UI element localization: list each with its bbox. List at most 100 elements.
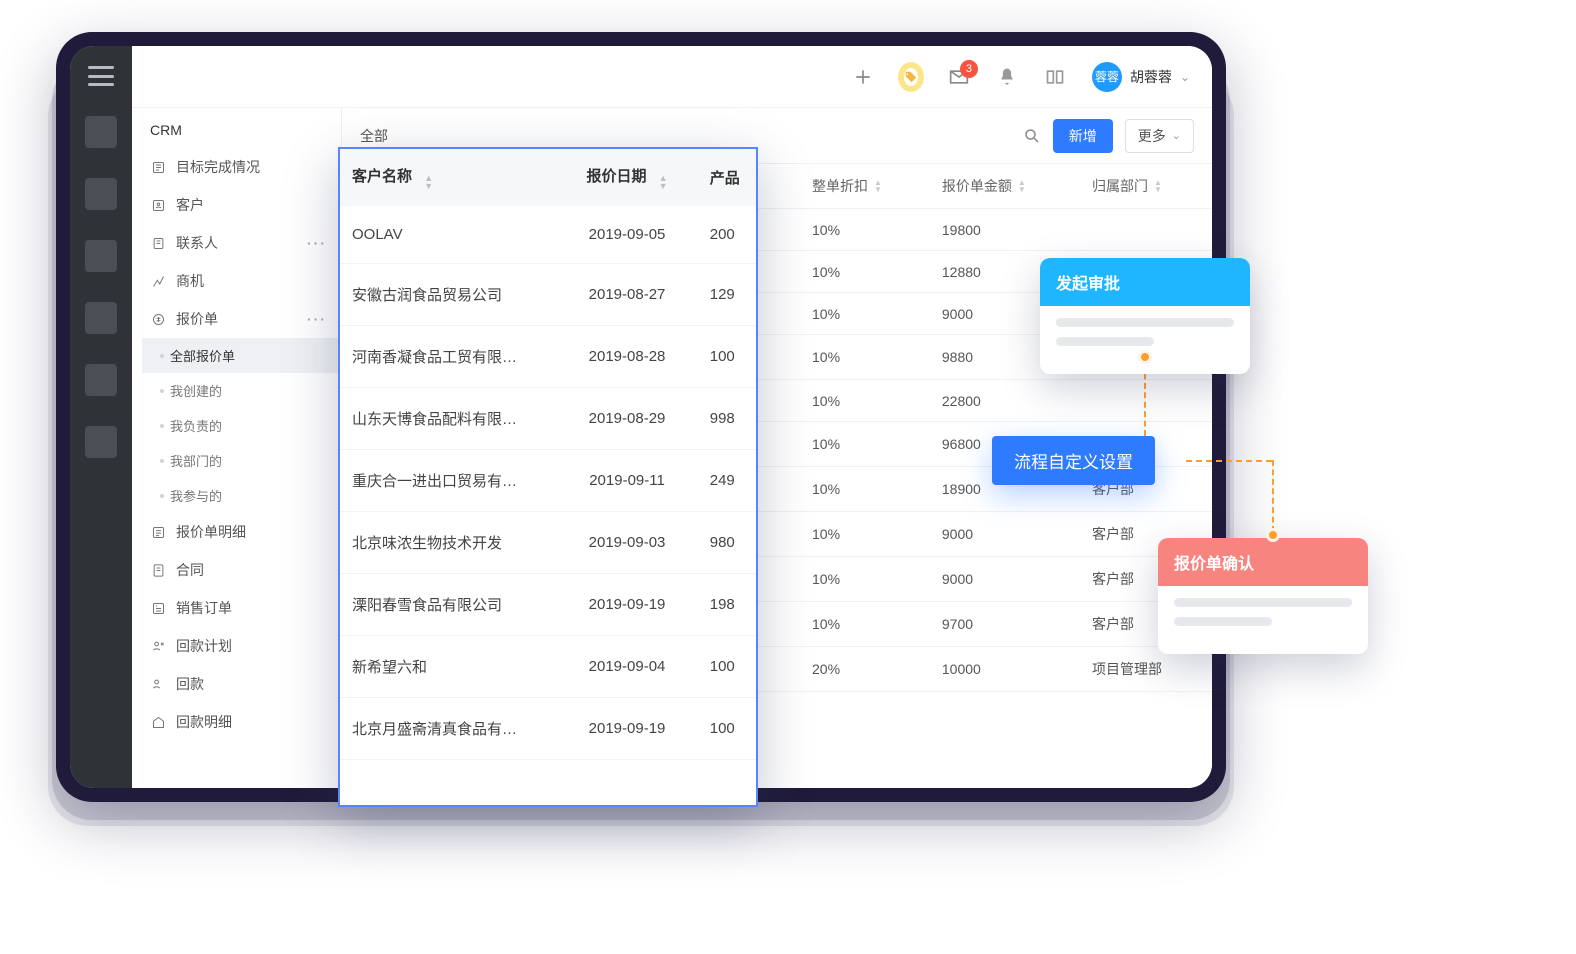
cell-product: 198 [698,574,756,636]
mail-icon[interactable]: 3 [948,66,970,88]
sort-icon: ▲▼ [1154,179,1162,193]
cell-discount: 10% [802,380,932,422]
flow-custom-pill[interactable]: 流程自定义设置 [992,436,1155,485]
sidebar-item-contacts[interactable]: 联系人 ··· [132,224,341,262]
cell-discount: 10% [802,251,932,293]
payment-icon [150,676,166,692]
tag-icon[interactable] [900,66,922,88]
card-title: 报价单确认 [1158,538,1368,586]
user-menu[interactable]: 蓉蓉 胡蓉蓉 ⌄ [1092,62,1190,92]
rail-item-5[interactable] [85,364,117,396]
col-product[interactable]: 产品 [698,149,756,206]
flow-connector [1144,364,1146,436]
sidebar-item-label: 报价单 [176,309,218,329]
cell-amount: 9700 [932,602,1082,647]
sub-created-by-me[interactable]: 我创建的 [142,373,341,408]
col-dept[interactable]: 归属部门▲▼ [1082,164,1212,209]
card-quote-confirm: 报价单确认 [1158,538,1368,654]
cell-product: 100 [698,636,756,698]
new-button[interactable]: 新增 [1053,119,1113,153]
sidebar-item-contracts[interactable]: 合同 [132,551,341,589]
sub-my-dept[interactable]: 我部门的 [142,443,341,478]
sub-all-quotes[interactable]: 全部报价单 [142,338,341,373]
cell-product: 200 [698,206,756,264]
sidebar-item-quote-lines[interactable]: 报价单明细 [132,513,341,551]
panel-row[interactable]: 重庆合一进出口贸易有…2019-09-11249 [340,450,756,512]
col-amount[interactable]: 报价单金额▲▼ [932,164,1082,209]
sidebar-item-opportunities[interactable]: 商机 [132,262,341,300]
chevron-down-icon: ⌄ [1180,70,1190,84]
col-quote-date[interactable]: 报价日期 ▲▼ [556,149,697,206]
col-customer-name[interactable]: 客户名称 ▲▼ [340,149,556,206]
sidebar-item-quotes[interactable]: 报价单 ··· [132,300,341,338]
cell-customer-name: 安徽古润食品贸易公司 [340,264,556,326]
view-filter[interactable]: 全部 [360,126,388,146]
search-icon[interactable] [1023,127,1041,145]
cell-customer-name: OOLAV [340,206,556,264]
opportunity-icon [150,273,166,289]
sort-icon: ▲▼ [424,174,433,190]
flow-connector [1272,460,1274,532]
sidebar-item-label: 回款明细 [176,712,232,732]
sort-icon: ▲▼ [659,174,668,190]
sidebar-item-sales-orders[interactable]: 销售订单 [132,589,341,627]
flow-node-icon [1266,528,1280,542]
sidebar-item-label: 销售订单 [176,598,232,618]
sidebar-item-payment-plans[interactable]: 回款计划 [132,627,341,665]
rail-item-6[interactable] [85,426,117,458]
cell-quote-date: 2019-09-11 [556,450,697,512]
cell-customer-name: 重庆合一进出口贸易有… [340,450,556,512]
rail-item-3[interactable] [85,240,117,272]
cell-discount: 10% [802,557,932,602]
cell-discount: 10% [802,422,932,467]
col-discount[interactable]: 整单折扣▲▼ [802,164,932,209]
more-button[interactable]: 更多 ⌄ [1125,119,1194,153]
cell-product: 980 [698,512,756,574]
cell-amount: 9000 [932,557,1082,602]
target-icon [150,159,166,175]
cell-customer-name: 河南香凝食品工贸有限… [340,326,556,388]
sidebar-item-payments[interactable]: 回款 [132,665,341,703]
rail-item-1[interactable] [85,116,117,148]
panel-row[interactable]: 新希望六和2019-09-04100 [340,636,756,698]
panel-row[interactable]: 河南香凝食品工贸有限…2019-08-28100 [340,326,756,388]
plan-icon [150,638,166,654]
cell-discount: 10% [802,512,932,557]
order-icon [150,600,166,616]
cell-quote-date: 2019-08-29 [556,388,697,450]
library-icon[interactable] [1044,66,1066,88]
panel-row[interactable]: 溧阳春雪食品有限公司2019-09-19198 [340,574,756,636]
panel-row[interactable]: 北京味浓生物技术开发2019-09-03980 [340,512,756,574]
cell-customer-name: 溧阳春雪食品有限公司 [340,574,556,636]
cell-customer-name: 山东天博食品配料有限… [340,388,556,450]
contacts-icon [150,235,166,251]
cell-amount: 9000 [932,512,1082,557]
sub-participated[interactable]: 我参与的 [142,478,341,513]
sub-owned-by-me[interactable]: 我负责的 [142,408,341,443]
cell-quote-date: 2019-09-03 [556,512,697,574]
cell-discount: 10% [802,209,932,251]
cell-customer-name: 新希望六和 [340,636,556,698]
panel-row[interactable]: 安徽古润食品贸易公司2019-08-27129 [340,264,756,326]
add-icon[interactable] [852,66,874,88]
rail-item-2[interactable] [85,178,117,210]
sidebar-item-payment-lines[interactable]: 回款明细 [132,703,341,741]
cell-quote-date: 2019-08-28 [556,326,697,388]
sidebar-item-label: 回款计划 [176,636,232,656]
bell-icon[interactable] [996,66,1018,88]
rail-item-4[interactable] [85,302,117,334]
menu-icon[interactable] [88,66,114,86]
mail-badge: 3 [960,60,978,78]
sort-icon: ▲▼ [874,179,882,193]
sidebar: CRM 目标完成情况 客户 联系人 ··· [132,108,342,788]
module-title: CRM [132,108,341,148]
panel-row[interactable]: OOLAV2019-09-05200 [340,206,756,264]
cell-dept [1082,380,1212,422]
panel-row[interactable]: 山东天博食品配料有限…2019-08-29998 [340,388,756,450]
sidebar-item-targets[interactable]: 目标完成情况 [132,148,341,186]
panel-row[interactable]: 北京月盛斋清真食品有…2019-09-19100 [340,698,756,760]
sidebar-item-customers[interactable]: 客户 [132,186,341,224]
detail-icon [150,714,166,730]
more-icon[interactable]: ··· [307,235,327,251]
more-icon[interactable]: ··· [307,311,327,327]
